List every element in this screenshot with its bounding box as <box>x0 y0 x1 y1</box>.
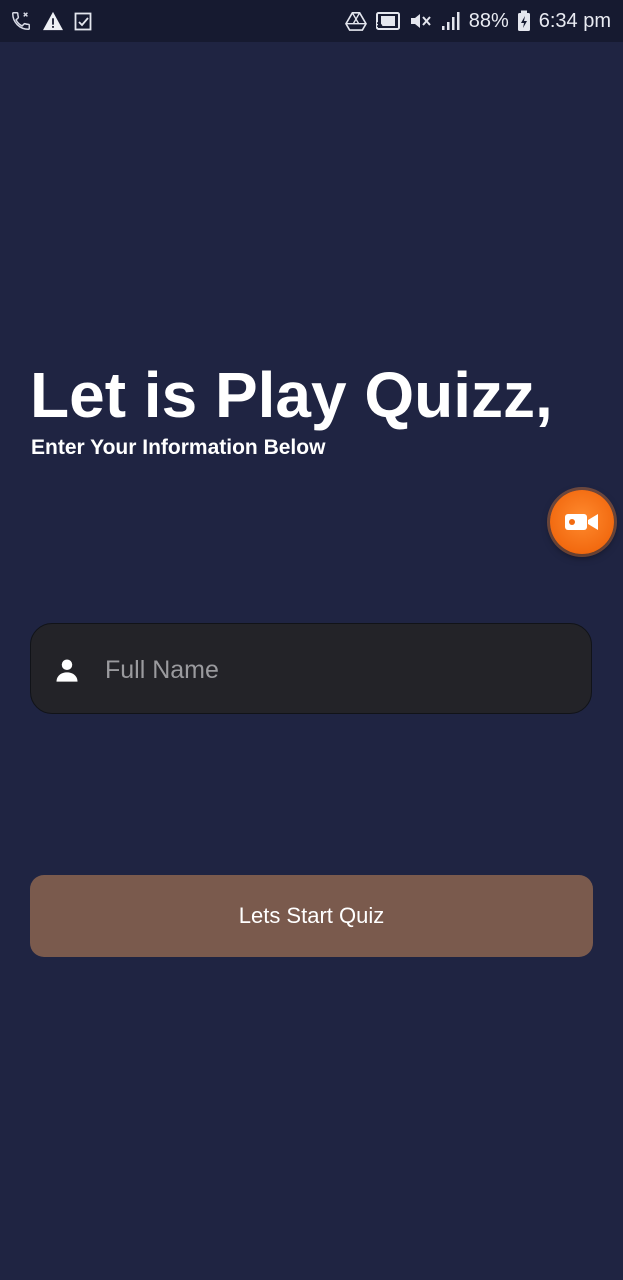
battery-percent: 88% <box>468 9 509 32</box>
checkbox-icon <box>74 11 92 31</box>
status-time: 6:34 pm <box>538 9 611 32</box>
page-title: Let is Play Quizz, <box>30 359 553 431</box>
battery-icon <box>517 10 531 32</box>
screen-record-button[interactable] <box>550 490 614 554</box>
full-name-input[interactable] <box>103 644 567 696</box>
page-subtitle: Enter Your Information Below <box>31 436 326 459</box>
cast-icon <box>375 11 401 31</box>
quiz-start-screen: 88% 6:34 pm Let is Play Quizz, Enter You… <box>0 0 623 1280</box>
drive-icon <box>344 11 367 31</box>
call-icon <box>10 10 32 32</box>
signal-icon <box>441 11 461 31</box>
status-right-icons: 88% 6:34 pm <box>344 8 611 34</box>
mute-icon <box>409 10 433 32</box>
start-quiz-button[interactable]: Lets Start Quiz <box>30 875 593 957</box>
person-icon <box>53 656 81 684</box>
status-left-icons <box>10 9 92 33</box>
video-camera-icon <box>564 511 600 533</box>
status-bar: 88% 6:34 pm <box>0 0 623 42</box>
full-name-field[interactable] <box>30 623 592 714</box>
warning-icon <box>42 11 64 31</box>
